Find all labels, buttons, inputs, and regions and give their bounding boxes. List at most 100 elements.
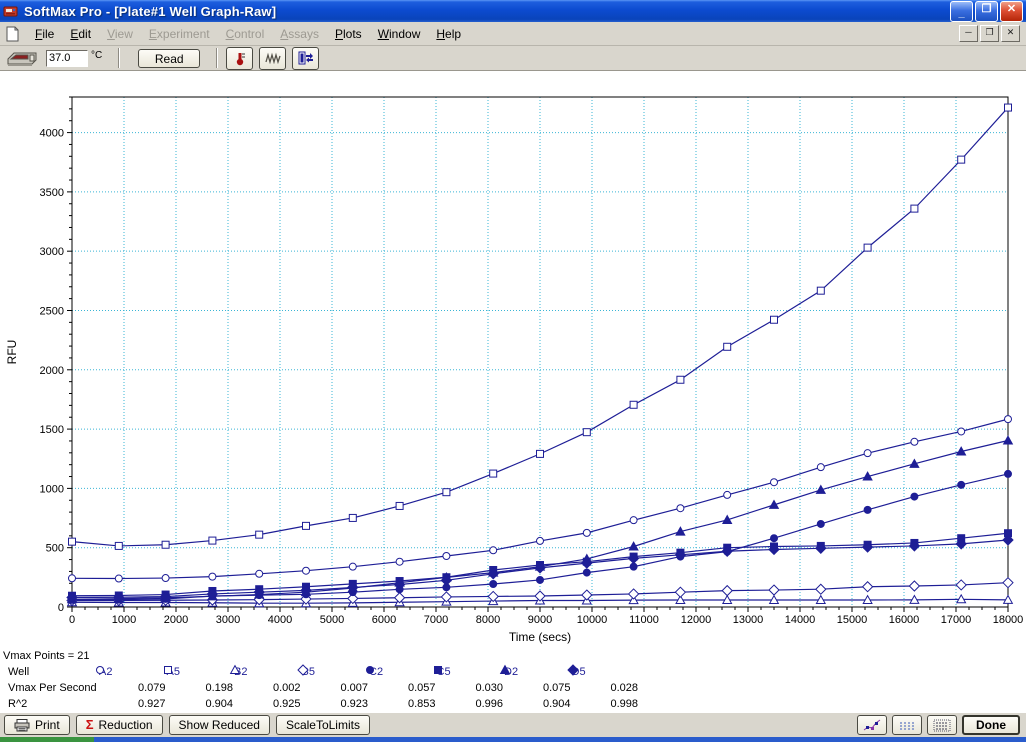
app-window: SoftMax Pro - [Plate#1 Well Graph-Raw] _…	[0, 0, 1026, 742]
r2-value-A5: 0.904	[201, 696, 269, 712]
menu-item-window[interactable]: Window	[370, 24, 429, 44]
windows-taskbar-edge	[0, 737, 1026, 742]
svg-text:18000: 18000	[993, 614, 1024, 626]
mdi-restore-button[interactable]: ❐	[980, 25, 999, 42]
waveform-icon	[265, 52, 281, 64]
y-axis-label: RFU	[5, 340, 19, 365]
scatter-plot-icon	[863, 718, 881, 732]
svg-text:5000: 5000	[320, 614, 344, 626]
svg-text:1000: 1000	[112, 614, 136, 626]
vmax-value-D5: 0.028	[606, 680, 674, 696]
mdi-minimize-button[interactable]: ─	[959, 25, 978, 42]
r2-value-A2: 0.927	[133, 696, 201, 712]
printer-icon	[14, 719, 30, 732]
svg-text:7000: 7000	[424, 614, 448, 626]
vmax-value-C5: 0.030	[471, 680, 539, 696]
vmax-value-D2: 0.075	[538, 680, 606, 696]
print-label: Print	[35, 716, 60, 734]
temperature-control-button[interactable]	[226, 47, 253, 70]
svg-text:0: 0	[69, 614, 75, 626]
start-button-edge[interactable]	[0, 737, 94, 742]
filled-triangle-marker-icon	[499, 664, 511, 676]
svg-text:4000: 4000	[268, 614, 292, 626]
kinetic-trace-button[interactable]	[259, 47, 286, 70]
well-legend-B5: B5	[297, 664, 365, 680]
mdi-close-button[interactable]: ✕	[1001, 25, 1020, 42]
open-diamond-marker-icon	[297, 664, 309, 676]
window-title: SoftMax Pro - [Plate#1 Well Graph-Raw]	[24, 4, 950, 19]
menu-item-edit[interactable]: Edit	[62, 24, 99, 44]
plate-grid-outline-button[interactable]	[927, 715, 957, 735]
well-legend-C5: C5	[432, 664, 500, 680]
vmax-value-B2: 0.002	[268, 680, 336, 696]
svg-text:500: 500	[46, 543, 64, 555]
open-circle-marker-icon	[94, 664, 106, 676]
reduction-button[interactable]: Σ Reduction	[76, 715, 163, 735]
menu-item-help[interactable]: Help	[428, 24, 469, 44]
menu-item-assays: Assays	[272, 24, 327, 44]
bottom-toolbar: Print Σ Reduction Show Reduced ScaleToLi…	[0, 712, 1026, 737]
scale-to-limits-label: ScaleToLimits	[286, 716, 360, 734]
read-button[interactable]: Read	[138, 49, 200, 68]
vmax-row-label: Vmax Per Second	[3, 680, 133, 696]
svg-text:2000: 2000	[164, 614, 188, 626]
scatter-view-button[interactable]	[857, 715, 887, 735]
svg-text:17000: 17000	[941, 614, 972, 626]
filled-square-marker-icon	[432, 664, 444, 676]
well-legend-B2: B2	[229, 664, 297, 680]
vmax-value-B5: 0.007	[336, 680, 404, 696]
well-legend-C2: C2	[364, 664, 432, 680]
results-table: Vmax Points = 21 WellA2A5B2B5C2C5D2D5 Vm…	[3, 648, 703, 712]
thermometer-icon	[233, 51, 247, 66]
svg-text:10000: 10000	[577, 614, 608, 626]
temperature-unit-label: °C	[91, 50, 102, 61]
filled-diamond-marker-icon	[567, 664, 579, 676]
r2-value-B2: 0.925	[268, 696, 336, 712]
title-bar: SoftMax Pro - [Plate#1 Well Graph-Raw] _…	[0, 0, 1026, 22]
vmax-value-A5: 0.198	[201, 680, 269, 696]
svg-text:16000: 16000	[889, 614, 920, 626]
well-legend-A2: A2	[94, 664, 162, 680]
x-axis-label: Time (secs)	[509, 630, 571, 644]
svg-text:0: 0	[58, 602, 64, 614]
filled-circle-marker-icon	[364, 664, 376, 676]
minimize-button[interactable]: _	[950, 1, 973, 22]
done-label: Done	[976, 716, 1006, 734]
well-legend-A5: A5	[162, 664, 230, 680]
scale-to-limits-button[interactable]: ScaleToLimits	[276, 715, 370, 735]
drawer-open-close-button[interactable]	[292, 47, 319, 70]
menu-item-control: Control	[218, 24, 273, 44]
temperature-input[interactable]	[46, 50, 88, 67]
r2-value-C2: 0.853	[403, 696, 471, 712]
plate-dots-icon	[898, 719, 916, 732]
svg-text:2000: 2000	[40, 365, 64, 377]
menu-item-file[interactable]: File	[27, 24, 62, 44]
svg-text:9000: 9000	[528, 614, 552, 626]
show-reduced-button[interactable]: Show Reduced	[169, 715, 270, 735]
app-icon	[3, 3, 19, 19]
plate-grid-button[interactable]	[892, 715, 922, 735]
svg-text:15000: 15000	[837, 614, 868, 626]
svg-text:1500: 1500	[40, 424, 64, 436]
close-button[interactable]: ✕	[1000, 1, 1023, 22]
toolbar-separator	[118, 48, 120, 68]
svg-text:1000: 1000	[40, 483, 64, 495]
plate-grid-icon	[933, 719, 951, 732]
menu-item-plots[interactable]: Plots	[327, 24, 370, 44]
plate-reader-icon	[6, 50, 40, 67]
document-icon[interactable]	[4, 26, 21, 42]
kinetic-plot[interactable]: 0100020003000400050006000700080009000100…	[0, 71, 1026, 648]
r2-value-B5: 0.923	[336, 696, 404, 712]
menu-bar: FileEditViewExperimentControlAssaysPlots…	[0, 22, 1026, 46]
open-triangle-marker-icon	[229, 664, 241, 676]
svg-text:3000: 3000	[40, 246, 64, 258]
instrument-toolbar: °C Read	[0, 46, 1026, 71]
menu-item-experiment: Experiment	[141, 24, 218, 44]
restore-button[interactable]: ❐	[975, 1, 998, 22]
svg-text:3000: 3000	[216, 614, 240, 626]
svg-text:4000: 4000	[40, 128, 64, 140]
vmax-value-C2: 0.057	[403, 680, 471, 696]
done-button[interactable]: Done	[962, 715, 1020, 735]
print-button[interactable]: Print	[4, 715, 70, 735]
r2-value-D5: 0.998	[606, 696, 674, 712]
